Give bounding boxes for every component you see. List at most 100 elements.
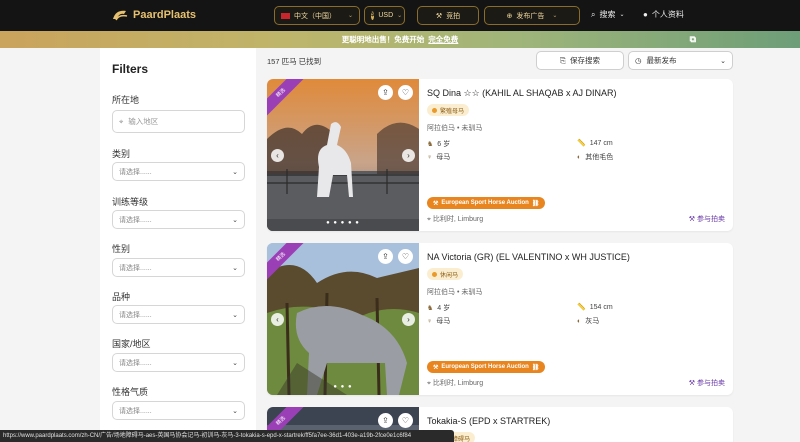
link-icon: ⛓ [531, 200, 540, 207]
save-search-label: 保存搜索 [570, 56, 600, 65]
ruler-icon: 📏 [577, 140, 586, 147]
post-ad-label: 发布广告 [516, 12, 545, 20]
banner-link[interactable]: 完全免费 [428, 35, 458, 44]
listing-card[interactable]: 精选 ⇪ ♡ ‹ › ● ● ● NA Victoria (GR) (EL VA… [267, 243, 733, 395]
category-label: 类别 [112, 149, 131, 159]
listing-height: 📏 154 cm [577, 303, 613, 312]
search-icon: ⌕ [591, 9, 596, 19]
clock-icon: ◷ [635, 56, 642, 65]
select-value: 请选择...... [119, 311, 152, 319]
gender-icon: ♀ [427, 153, 433, 161]
country-select[interactable]: 请选择...... ⌄ [112, 353, 245, 372]
bid-label: 参与拍卖 [697, 380, 725, 387]
brand-logo[interactable]: PaardPlaats [111, 8, 196, 22]
prev-arrow-icon[interactable]: ‹ [271, 149, 284, 162]
results-count: 157 匹马 已找到 [267, 57, 322, 66]
external-link-icon[interactable]: ⧉ [690, 31, 696, 48]
listing-tag: 休闲马 [427, 268, 464, 280]
listing-photo[interactable]: 精选 ⇪ ♡ ‹ › ● ● ● ● ● [267, 79, 419, 231]
language-label: 中文（中国） [294, 12, 336, 20]
listing-age: ♞ 4 岁 [427, 303, 450, 313]
chevron-down-icon: ⌄ [232, 407, 238, 415]
listing-title[interactable]: NA Victoria (GR) (EL VALENTINO x WH JUST… [427, 252, 630, 262]
gavel-icon: ⚒ [433, 200, 439, 207]
listing-card[interactable]: 精选 ⇪ ♡ ‹ › ● ● ● ● ● SQ Dina ☆☆ (KAHIL A… [267, 79, 733, 231]
listing-location: ⌖ 比利时, Limburg [427, 214, 483, 224]
palette-icon: ◐ [577, 317, 582, 325]
prev-arrow-icon[interactable]: ‹ [271, 313, 284, 326]
location-value: 比利时, Limburg [432, 380, 484, 387]
share-icon[interactable]: ⇪ [378, 249, 393, 264]
gender-label: 性别 [112, 244, 131, 254]
listing-gender: ♀ 母马 [427, 316, 450, 326]
listing-color: ◐ 灰马 [577, 316, 599, 326]
save-search-button[interactable]: ⎘ 保存搜索 [536, 51, 624, 70]
bid-label: 竞拍 [446, 12, 461, 20]
share-icon[interactable]: ⇪ [378, 413, 393, 428]
chevron-down-icon: ⌄ [347, 13, 353, 19]
tag-label: 休闲马 [440, 272, 459, 279]
height-value: 154 cm [589, 303, 613, 311]
category-select[interactable]: 请选择...... ⌄ [112, 162, 245, 181]
chevron-down-icon: ⌄ [552, 13, 558, 19]
location-value: 比利时, Limburg [432, 216, 484, 223]
heart-icon[interactable]: ♡ [398, 249, 413, 264]
carousel-dots: ● ● ● ● ● [326, 220, 360, 226]
gavel-icon: ⚒ [688, 380, 696, 387]
breed-select[interactable]: 请选择...... ⌄ [112, 305, 245, 324]
age-value: 6 岁 [437, 141, 451, 148]
listing-title[interactable]: Tokakia-S (EPD x STARTREK) [427, 416, 550, 426]
listing-title[interactable]: SQ Dina ☆☆ (KAHIL AL SHAQAB x AJ DINAR) [427, 88, 617, 99]
listing-breed: 阿拉伯马 • 未驯马 [427, 125, 483, 132]
currency-select[interactable]: $ USD ⌄ [364, 6, 405, 25]
sort-select[interactable]: ◷ 最新发布 ⌄ [628, 51, 733, 70]
tag-label: 繁殖母马 [440, 108, 465, 115]
gender-select[interactable]: 请选择...... ⌄ [112, 258, 245, 277]
listing-color: ◐ 其他毛色 [577, 152, 613, 162]
chevron-down-icon: ⌄ [232, 359, 238, 367]
language-select[interactable]: 中文（中国） ⌄ [274, 6, 360, 25]
bid-button[interactable]: ⚒ 竞拍 [417, 6, 479, 25]
chevron-down-icon: ⌄ [232, 168, 238, 176]
location-placeholder: 输入地区 [128, 117, 159, 126]
temperament-select[interactable]: 请选择...... ⌄ [112, 401, 245, 420]
search-label: 搜索 [599, 10, 616, 19]
chevron-down-icon: ⌄ [397, 13, 403, 19]
share-icon[interactable]: ⇪ [378, 85, 393, 100]
color-value: 其他毛色 [585, 154, 614, 161]
china-flag-icon [281, 12, 290, 19]
listing-photo[interactable]: 精选 ⇪ ♡ ‹ › ● ● ● [267, 243, 419, 395]
gender-icon: ♀ [427, 317, 433, 325]
listing-age: ♞ 6 岁 [427, 139, 450, 149]
age-value: 4 岁 [437, 305, 451, 312]
training-level-select[interactable]: 请选择...... ⌄ [112, 210, 245, 229]
heart-icon[interactable]: ♡ [398, 85, 413, 100]
ruler-icon: 📏 [577, 304, 586, 311]
bookmark-icon: ⎘ [560, 55, 566, 65]
chevron-down-icon: ⌄ [232, 264, 238, 272]
listing-tag: 繁殖母马 [427, 104, 470, 116]
post-ad-button[interactable]: ⊕ 发布广告 ⌄ [484, 6, 580, 25]
top-navbar: PaardPlaats 中文（中国） ⌄ $ USD ⌄ ⚒ 竞拍 ⊕ 发布广告… [0, 0, 800, 31]
gender-value: 母马 [436, 154, 451, 161]
join-auction-link[interactable]: ⚒ 参与拍卖 [689, 378, 725, 388]
select-value: 请选择...... [119, 216, 152, 224]
dollar-icon: $ [371, 11, 375, 20]
gavel-icon: ⚒ [433, 364, 439, 371]
auction-badge[interactable]: ⚒ European Sport Horse Auction ⛓ [427, 197, 546, 209]
heart-icon[interactable]: ♡ [398, 413, 413, 428]
location-input[interactable]: ⌖ 输入地区 [112, 110, 245, 133]
gavel-icon: ⚒ [435, 12, 443, 20]
profile-link[interactable]: ● 个人资料 [643, 9, 684, 20]
temperament-label: 性格气质 [112, 387, 149, 397]
filters-panel: Filters 所在地 ⌖ 输入地区 类别 请选择...... ⌄ 训练等级 请… [100, 48, 256, 442]
next-arrow-icon[interactable]: › [402, 149, 415, 162]
chevron-down-icon: ⌄ [720, 57, 726, 65]
search-menu[interactable]: ⌕ 搜索 ⌄ [591, 9, 625, 20]
join-auction-link[interactable]: ⚒ 参与拍卖 [689, 214, 725, 224]
location-label: 所在地 [112, 95, 140, 105]
link-status-bar: https://www.paardplaats.com/zh-CN/广告/场地障… [0, 430, 454, 442]
chevron-down-icon: ⌄ [232, 311, 238, 319]
next-arrow-icon[interactable]: › [402, 313, 415, 326]
auction-badge[interactable]: ⚒ European Sport Horse Auction ⛓ [427, 361, 546, 373]
